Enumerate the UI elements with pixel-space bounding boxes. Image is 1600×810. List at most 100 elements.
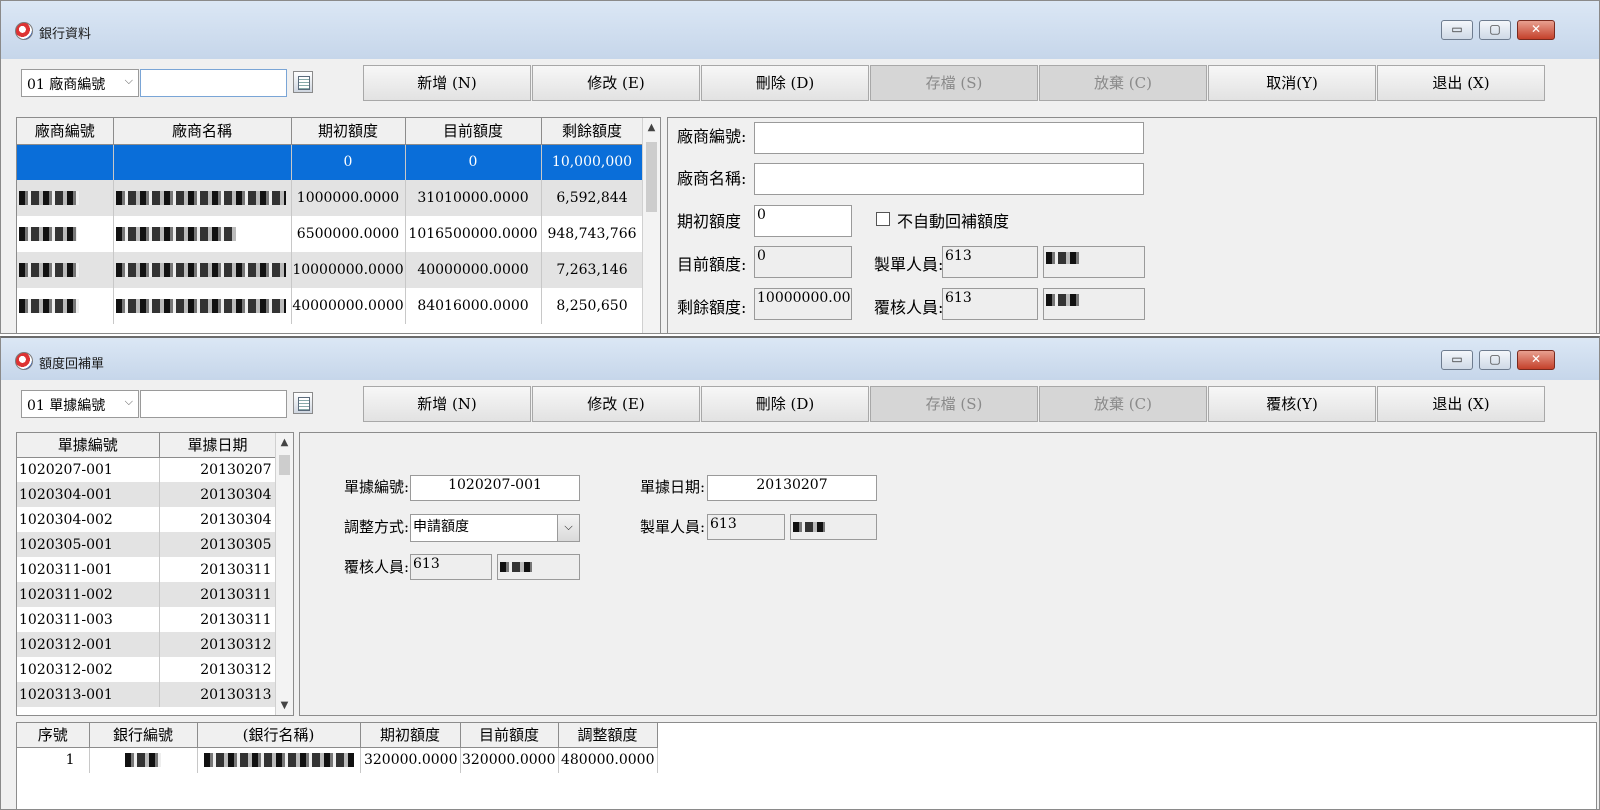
vendor-name-field[interactable] — [754, 163, 1144, 195]
close-button[interactable]: ✕ — [1517, 20, 1555, 40]
close-button[interactable]: ✕ — [1517, 350, 1555, 370]
minimize-button[interactable]: ▭ — [1441, 20, 1473, 40]
list-item[interactable]: 1020304-002 20130304 — [17, 507, 277, 532]
remaining-amount-field: 10000000.00 — [754, 288, 852, 320]
bank-data-window: 銀行資料 ▭ ▢ ✕ 01 廠商編號 ⌵ 新增 (N) 修改 (E) 刪除 (D… — [0, 0, 1600, 334]
doc-date-field[interactable]: 20130207 — [707, 475, 877, 501]
col-header[interactable]: 期初額度 — [360, 723, 461, 748]
reviewer-id-field: 613 — [942, 288, 1038, 320]
doc-no-cell: 1020312-001 — [17, 632, 160, 657]
col-header[interactable]: (銀行名稱) — [197, 723, 361, 748]
grid-cell: 0 — [405, 144, 542, 180]
maximize-button[interactable]: ▢ — [1479, 20, 1511, 40]
table-row[interactable]: 1000000.0000 31010000.0000 6,592,844 — [17, 180, 644, 216]
save-button[interactable]: 存檔 (S) — [870, 386, 1038, 422]
doc-date-cell: 20130312 — [159, 632, 277, 657]
table-row[interactable]: 10000000.0000 40000000.0000 7,263,146 — [17, 252, 644, 288]
chevron-down-icon: ⌵ — [124, 74, 133, 87]
review-button[interactable]: 覆核(Y) — [1208, 386, 1376, 422]
grid-cell: 320000.0000 — [460, 747, 559, 773]
list-header: 單據編號 單據日期 — [17, 433, 277, 458]
reviewer-label: 覆核人員: — [344, 558, 410, 576]
scroll-down-icon[interactable]: ▼ — [276, 700, 293, 711]
col-header[interactable]: 期初額度 — [291, 118, 406, 145]
doc-no-cell: 1020207-001 — [17, 457, 160, 482]
doc-date-cell: 20130312 — [159, 657, 277, 682]
list-item[interactable]: 1020311-002 20130311 — [17, 582, 277, 607]
col-header[interactable]: 調整額度 — [558, 723, 658, 748]
col-header[interactable]: 銀行編號 — [89, 723, 198, 748]
redacted-cell — [113, 288, 292, 324]
add-button[interactable]: 新增 (N) — [363, 386, 531, 422]
col-header[interactable]: 廠商名稱 — [113, 118, 292, 145]
list-item[interactable]: 1020313-001 20130313 — [17, 682, 277, 707]
col-header[interactable]: 單據編號 — [17, 433, 160, 458]
list-item[interactable]: 1020304-001 20130304 — [17, 482, 277, 507]
redacted-cell — [17, 252, 114, 288]
table-row[interactable]: 40000000.0000 84016000.0000 8,250,650 — [17, 288, 644, 324]
grid-cell: 40000000.0000 — [405, 252, 542, 288]
table-row[interactable]: 0 0 10,000,000 — [17, 144, 644, 180]
grid-cell: 6,592,844 — [541, 180, 644, 216]
scroll-thumb[interactable] — [279, 455, 290, 475]
list-item[interactable]: 1020305-001 20130305 — [17, 532, 277, 557]
list-item[interactable]: 1020311-003 20130311 — [17, 607, 277, 632]
list-icon[interactable] — [293, 392, 313, 414]
list-icon[interactable] — [293, 71, 313, 93]
scroll-up-icon[interactable]: ▲ — [643, 122, 660, 133]
search-input[interactable] — [140, 69, 287, 97]
grid-cell: 320000.0000 — [360, 747, 461, 773]
delete-button[interactable]: 刪除 (D) — [701, 386, 869, 422]
vertical-scrollbar[interactable]: ▲ ▼ — [275, 433, 293, 715]
exit-button[interactable]: 退出 (X) — [1377, 386, 1545, 422]
current-amount-field: 0 — [754, 246, 852, 278]
list-item[interactable]: 1020207-001 20130207 — [17, 457, 277, 482]
cancel-button[interactable]: 取消(Y) — [1208, 65, 1376, 101]
vertical-scrollbar[interactable]: ▲ — [642, 118, 660, 333]
search-field-select[interactable]: 01 廠商編號 ⌵ — [21, 69, 139, 97]
doc-date-cell: 20130305 — [159, 532, 277, 557]
initial-amount-field[interactable]: 0 — [754, 205, 852, 237]
delete-button[interactable]: 刪除 (D) — [701, 65, 869, 101]
search-field-select[interactable]: 01 單據編號 ⌵ — [21, 390, 139, 418]
vendor-no-field[interactable] — [754, 122, 1144, 154]
col-header[interactable]: 目前額度 — [405, 118, 542, 145]
chevron-down-icon[interactable]: ⌵ — [557, 515, 579, 541]
redacted-cell — [113, 252, 292, 288]
maximize-button[interactable]: ▢ — [1479, 350, 1511, 370]
save-button[interactable]: 存檔 (S) — [870, 65, 1038, 101]
col-header[interactable]: 廠商編號 — [17, 118, 114, 145]
add-button[interactable]: 新增 (N) — [363, 65, 531, 101]
col-header[interactable]: 剩餘額度 — [541, 118, 644, 145]
scroll-up-icon[interactable]: ▲ — [276, 437, 293, 448]
adjust-method-select[interactable]: 申請額度 ⌵ — [410, 514, 580, 542]
discard-button[interactable]: 放棄 (C) — [1039, 386, 1207, 422]
table-row[interactable]: 1 320000.0000 320000.0000 480000.0000 — [17, 747, 658, 773]
app-icon — [15, 22, 33, 40]
doc-no-cell: 1020311-002 — [17, 582, 160, 607]
col-header[interactable]: 單據日期 — [159, 433, 277, 458]
doc-no-field[interactable]: 1020207-001 — [410, 475, 580, 501]
doc-no-cell: 1020311-001 — [17, 557, 160, 582]
doc-no-cell: 1020304-001 — [17, 482, 160, 507]
search-input[interactable] — [140, 390, 287, 418]
table-row[interactable]: 6500000.0000 1016500000.0000 948,743,766 — [17, 216, 644, 252]
list-item[interactable]: 1020311-001 20130311 — [17, 557, 277, 582]
edit-button[interactable]: 修改 (E) — [532, 65, 700, 101]
minimize-button[interactable]: ▭ — [1441, 350, 1473, 370]
list-item[interactable]: 1020312-001 20130312 — [17, 632, 277, 657]
window-title: 銀行資料 — [39, 27, 92, 42]
col-header[interactable]: 序號 — [17, 723, 90, 748]
redacted-cell — [113, 180, 292, 216]
chevron-down-icon: ⌵ — [124, 395, 133, 408]
doc-date-cell: 20130311 — [159, 607, 277, 632]
list-item[interactable]: 1020312-002 20130312 — [17, 657, 277, 682]
vendor-grid: 廠商編號 廠商名稱 期初額度 目前額度 剩餘額度 0 0 10,000,000 … — [16, 117, 661, 333]
exit-button[interactable]: 退出 (X) — [1377, 65, 1545, 101]
discard-button[interactable]: 放棄 (C) — [1039, 65, 1207, 101]
grid-cell: 1000000.0000 — [291, 180, 406, 216]
no-auto-replenish-checkbox[interactable] — [876, 212, 890, 226]
edit-button[interactable]: 修改 (E) — [532, 386, 700, 422]
col-header[interactable]: 目前額度 — [460, 723, 559, 748]
scroll-thumb[interactable] — [646, 142, 657, 212]
